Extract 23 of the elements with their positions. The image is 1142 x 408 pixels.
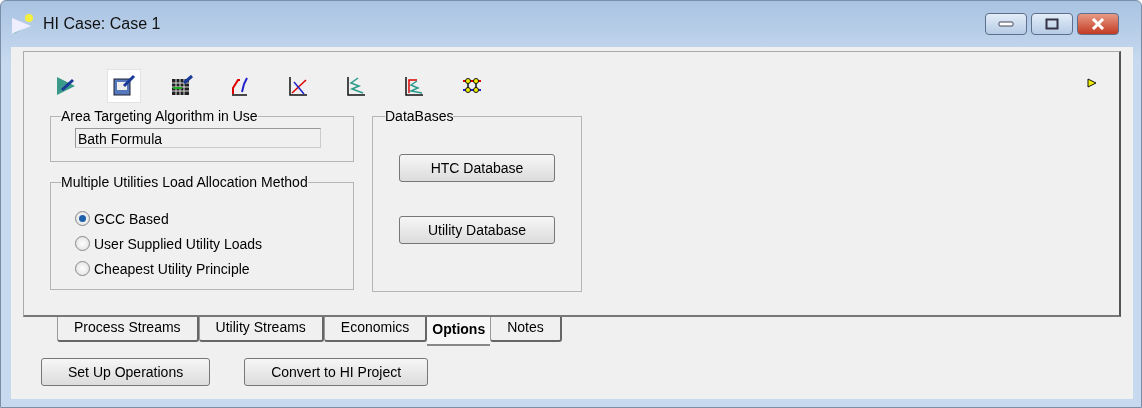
radio-button[interactable] [75,261,90,276]
radio-button[interactable] [75,211,90,226]
database-button[interactable]: Utility Database [399,216,555,244]
minimize-button[interactable] [985,13,1027,35]
window-title: HI Case: Case 1 [43,15,161,33]
group-title: Area Targeting Algorithm in Use [61,108,258,124]
maximize-button[interactable] [1031,13,1073,35]
radio-label[interactable]: GCC Based [94,210,169,227]
close-icon [1091,18,1105,30]
play-icon[interactable] [1087,78,1097,88]
radio-label[interactable]: User Supplied Utility Loads [94,235,263,252]
close-button[interactable] [1077,13,1119,35]
algorithm-field: Bath Formula [75,128,321,148]
radio-label[interactable]: Cheapest Utility Principle [94,260,250,277]
database-button[interactable]: HTC Database [399,154,555,182]
radio-button[interactable] [75,236,90,251]
minimize-icon [998,20,1014,28]
action-button[interactable]: Set Up Operations [41,358,211,386]
group-title: Multiple Utilities Load Allocation Method [61,174,308,190]
text-box-icon[interactable] [108,70,140,102]
group-title: DataBases [385,108,454,124]
maximize-icon [1045,18,1059,30]
action-button[interactable]: Convert to HI Project [244,358,429,386]
